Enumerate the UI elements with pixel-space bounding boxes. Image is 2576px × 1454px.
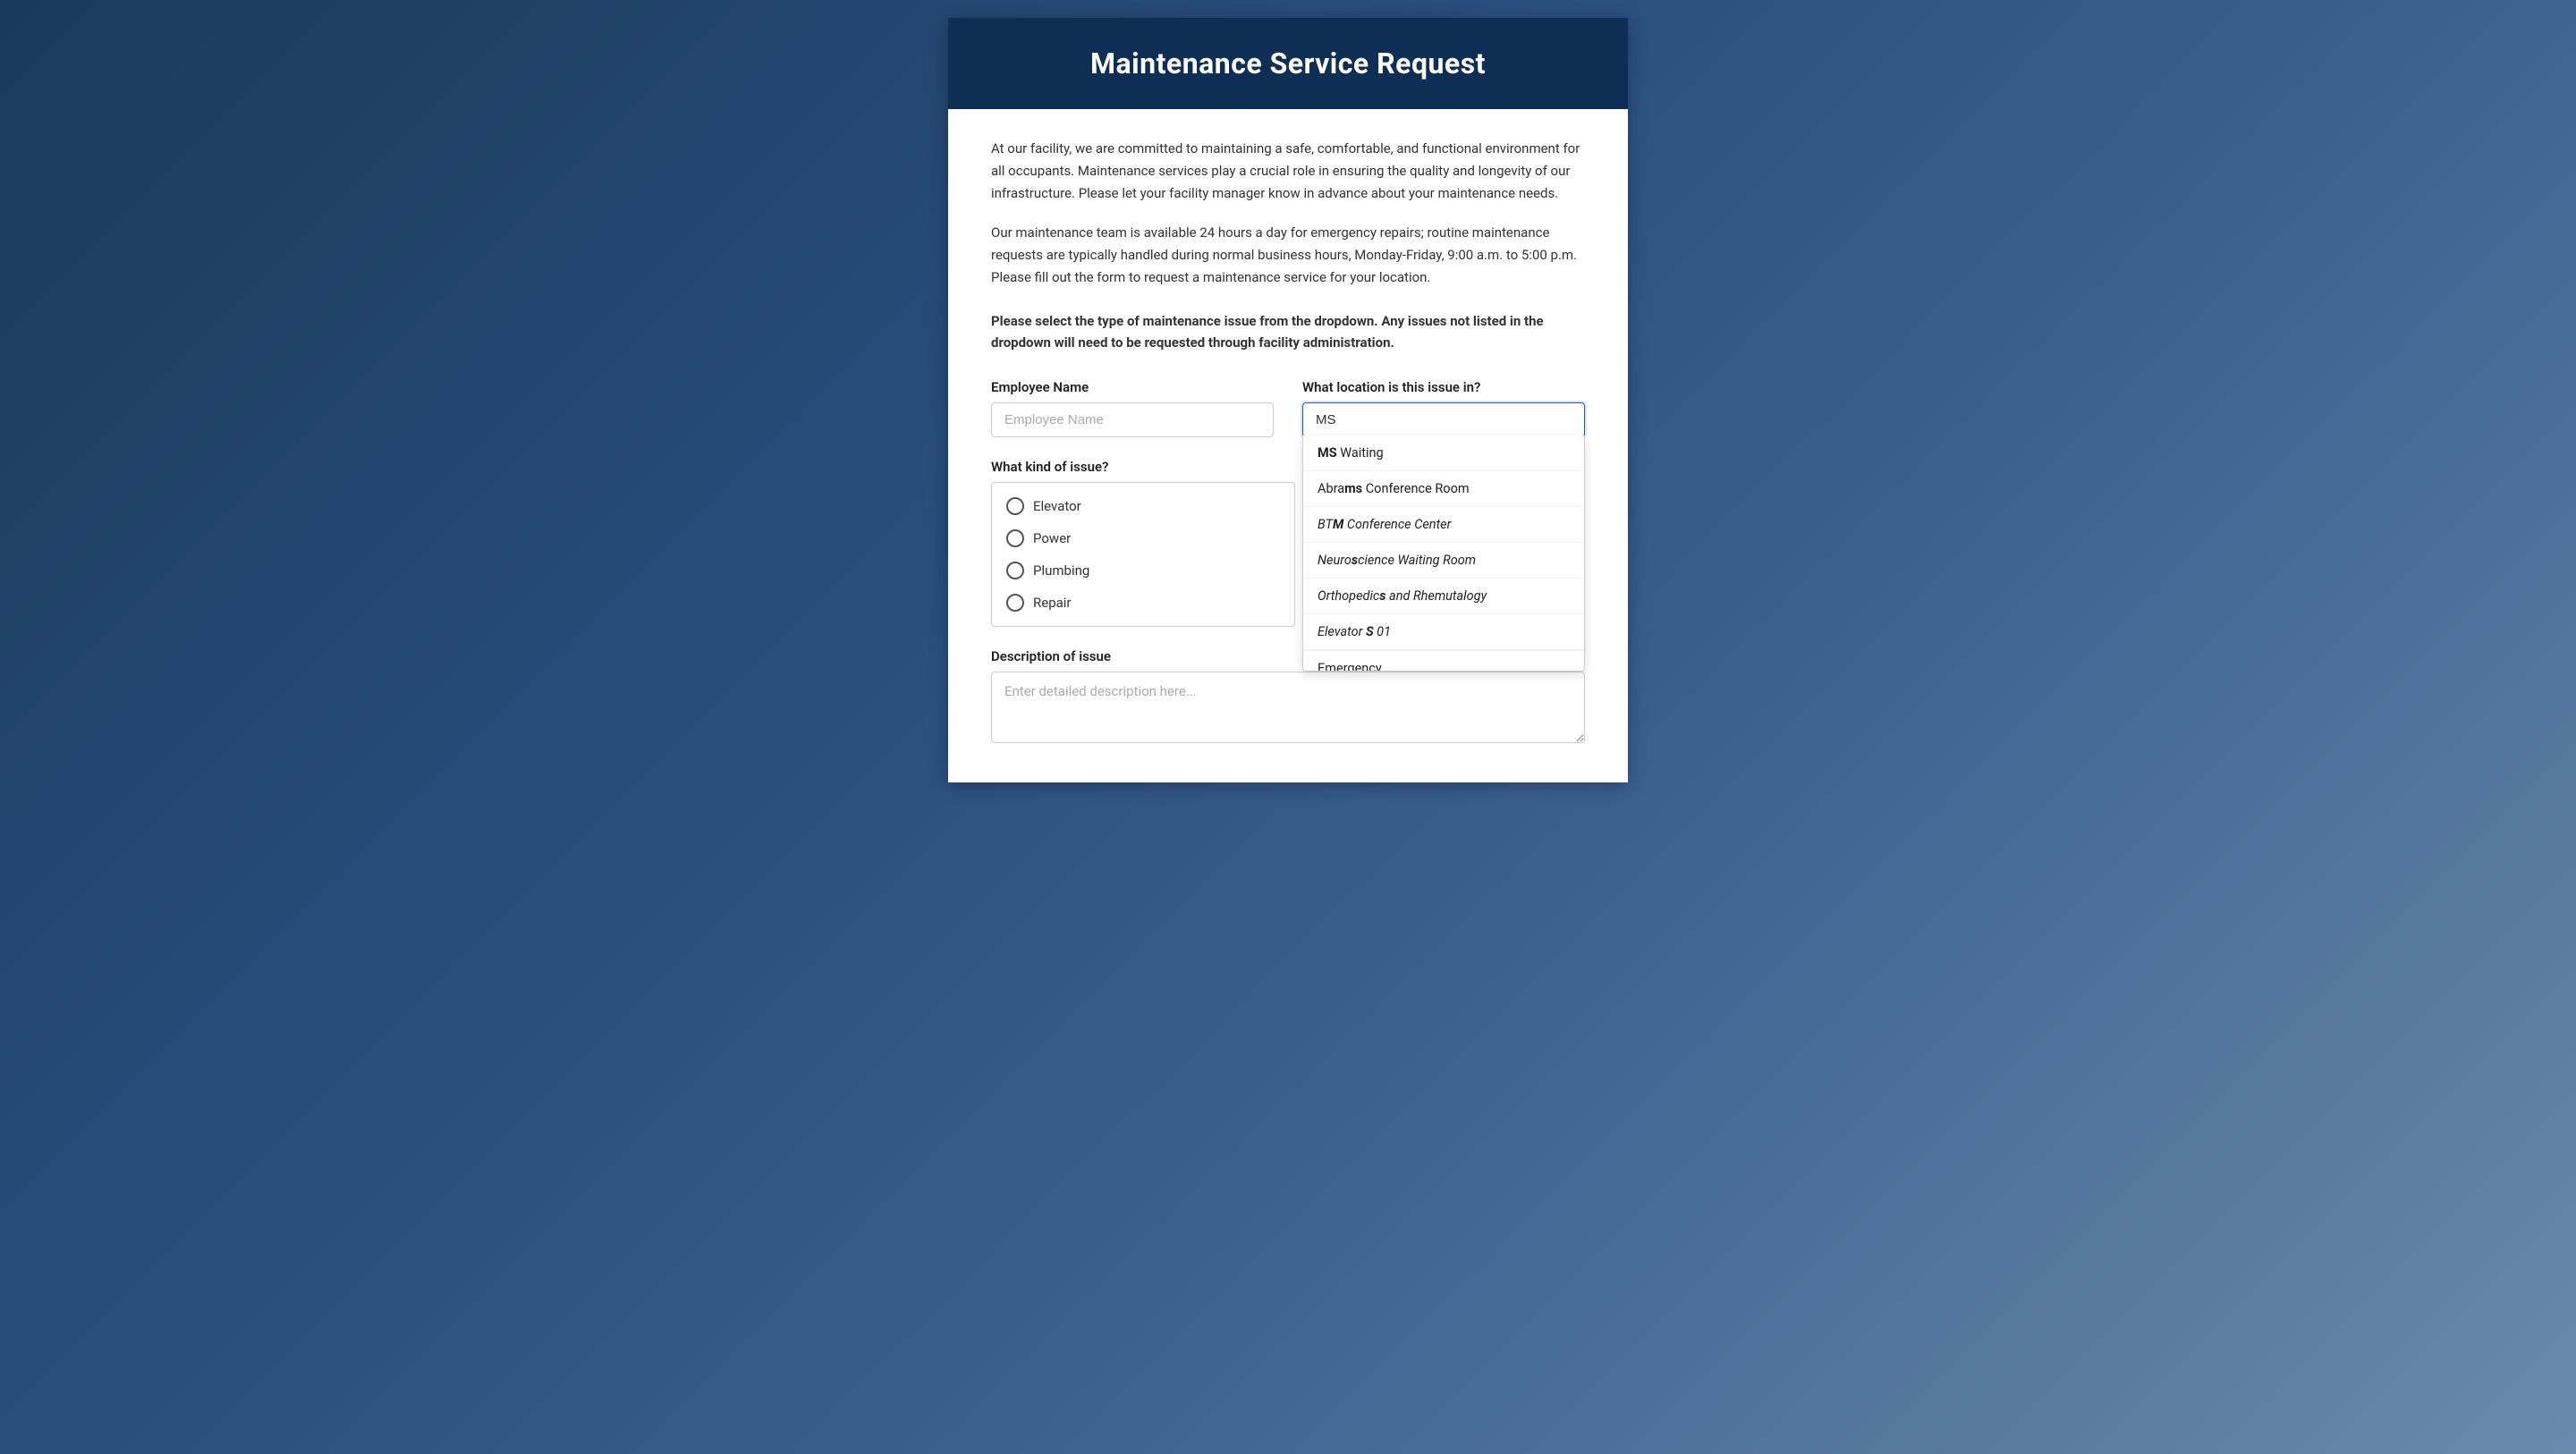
- form-body: At our facility, we are committed to mai…: [948, 109, 1628, 782]
- radio-label-power: Power: [1033, 530, 1071, 546]
- dropdown-item-btm[interactable]: BTM Conference Center: [1303, 507, 1584, 543]
- radio-item-plumbing[interactable]: Plumbing: [1006, 554, 1280, 587]
- employee-name-input[interactable]: [991, 402, 1274, 437]
- radio-circle-elevator: [1006, 497, 1024, 515]
- location-dropdown-wrapper: MS Waiting Abrams Conference Room BTM Co…: [1302, 402, 1585, 437]
- radio-circle-plumbing: [1006, 562, 1024, 579]
- employee-name-label: Employee Name: [991, 379, 1274, 395]
- form-header: Maintenance Service Request: [948, 18, 1628, 109]
- important-notice: Please select the type of maintenance is…: [991, 310, 1585, 355]
- radio-label-plumbing: Plumbing: [1033, 562, 1089, 579]
- radio-item-repair[interactable]: Repair: [1006, 587, 1280, 619]
- location-label: What location is this issue in?: [1302, 379, 1585, 395]
- form-container: Maintenance Service Request At our facil…: [948, 18, 1628, 782]
- form-row-main: Employee Name What location is this issu…: [991, 379, 1585, 437]
- radio-label-elevator: Elevator: [1033, 498, 1081, 514]
- dropdown-item-emergency-partial[interactable]: Emergency: [1303, 650, 1584, 671]
- intro-paragraph-1: At our facility, we are committed to mai…: [991, 138, 1585, 204]
- dropdown-item-elevator[interactable]: Elevator S 01: [1303, 614, 1584, 650]
- radio-label-repair: Repair: [1033, 595, 1072, 611]
- radio-circle-repair: [1006, 594, 1024, 612]
- radio-circle-power: [1006, 529, 1024, 547]
- issue-radio-group: Elevator Power Plumbing Repair: [991, 482, 1295, 627]
- location-input[interactable]: [1302, 402, 1585, 437]
- dropdown-item-ms-waiting[interactable]: MS Waiting: [1303, 435, 1584, 471]
- location-group: What location is this issue in? MS Waiti…: [1302, 379, 1585, 437]
- radio-item-power[interactable]: Power: [1006, 522, 1280, 554]
- dropdown-item-abrams[interactable]: Abrams Conference Room: [1303, 471, 1584, 507]
- dropdown-item-orthopedics[interactable]: Orthopedics and Rhemutalogy: [1303, 579, 1584, 614]
- page-title: Maintenance Service Request: [984, 46, 1592, 80]
- radio-item-elevator[interactable]: Elevator: [1006, 490, 1280, 522]
- intro-paragraph-2: Our maintenance team is available 24 hou…: [991, 222, 1585, 288]
- dropdown-item-neuroscience[interactable]: Neuroscience Waiting Room: [1303, 543, 1584, 579]
- employee-name-group: Employee Name: [991, 379, 1274, 437]
- description-textarea[interactable]: [991, 672, 1585, 743]
- location-dropdown-list: MS Waiting Abrams Conference Room BTM Co…: [1302, 435, 1585, 672]
